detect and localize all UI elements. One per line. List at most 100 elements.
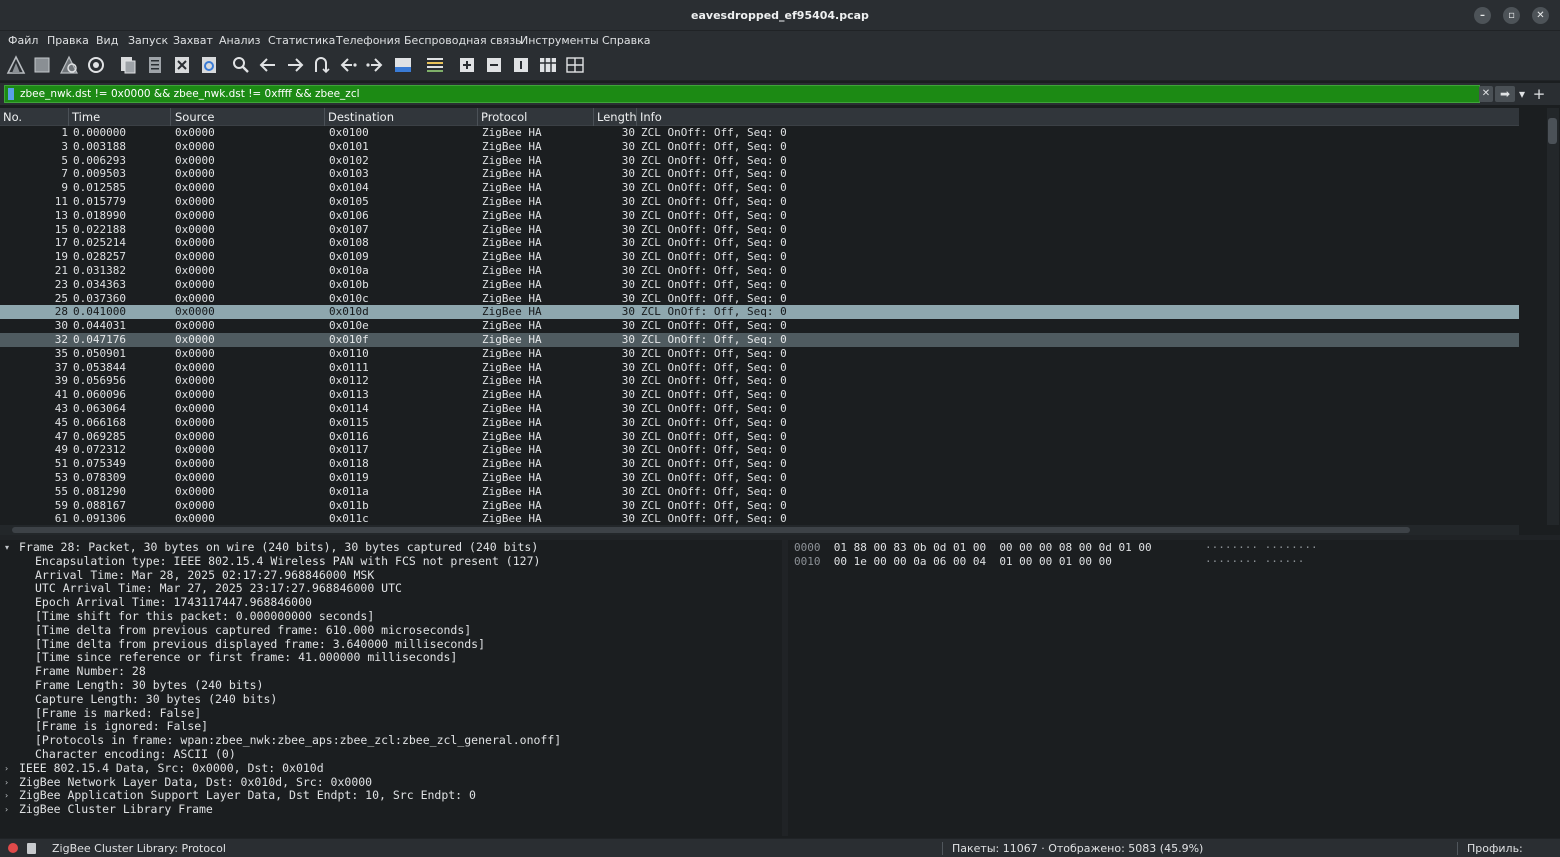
packet-row[interactable]: 1 0.000000 0x0000 0x0100 ZigBee HA 30 ZCL OnOf… — [0, 126, 1519, 140]
packet-row[interactable]: 15 0.022188 0x0000 0x0107 ZigBee HA 30 ZCL OnO… — [0, 223, 1519, 237]
column-header-info[interactable]: Info — [640, 110, 662, 124]
capture-options-icon[interactable] — [85, 54, 107, 76]
column-header-no[interactable]: No. — [3, 110, 22, 124]
status-profile[interactable]: Профиль: Default — [1467, 842, 1560, 857]
collapsed-arrow-icon[interactable]: › — [5, 764, 8, 773]
detail-tree-field[interactable]: Character encoding: ASCII (0) — [35, 747, 236, 762]
packet-row[interactable]: 51 0.075349 0x0000 0x0118 ZigBee HA 30 ZCL OnO… — [0, 457, 1519, 471]
zoom-in-icon[interactable] — [456, 54, 478, 76]
detail-tree-field[interactable]: [Protocols in frame: wpan:zbee_nwk:zbee_… — [35, 733, 561, 748]
packet-row[interactable]: 37 0.053844 0x0000 0x0111 ZigBee HA 30 ZCL OnO… — [0, 361, 1519, 375]
detail-tree-node[interactable]: ZigBee Network Layer Data, Dst: 0x010d, … — [19, 775, 372, 790]
packet-row[interactable]: 43 0.063064 0x0000 0x0114 ZigBee HA 30 ZCL OnO… — [0, 402, 1519, 416]
menu-wireless[interactable]: Беспроводная связь — [404, 34, 522, 47]
column-header-source[interactable]: Source — [175, 110, 215, 124]
filter-bookmark-icon[interactable] — [8, 88, 14, 100]
packet-row[interactable]: 35 0.050901 0x0000 0x0110 ZigBee HA 30 ZCL OnO… — [0, 347, 1519, 361]
column-header-time[interactable]: Time — [72, 110, 100, 124]
packet-row[interactable]: 13 0.018990 0x0000 0x0106 ZigBee HA 30 ZCL OnO… — [0, 209, 1519, 223]
layout-icon[interactable] — [564, 54, 586, 76]
packet-row[interactable]: 25 0.037360 0x0000 0x010c ZigBee HA 30 ZCL OnO… — [0, 292, 1519, 306]
detail-tree-field[interactable]: [Frame is ignored: False] — [35, 720, 208, 734]
packet-row[interactable]: 59 0.088167 0x0000 0x011b ZigBee HA 30 ZCL OnO… — [0, 499, 1519, 513]
collapsed-arrow-icon[interactable]: › — [5, 805, 8, 814]
menu-edit[interactable]: Правка — [47, 34, 89, 47]
packet-row[interactable]: 19 0.028257 0x0000 0x0109 ZigBee HA 30 ZCL OnO… — [0, 250, 1519, 264]
menu-view[interactable]: Вид — [96, 34, 118, 47]
packet-row[interactable]: 53 0.078309 0x0000 0x0119 ZigBee HA 30 ZCL OnO… — [0, 471, 1519, 485]
packet-row[interactable]: 5 0.006293 0x0000 0x0102 ZigBee HA 30 ZCL OnOf… — [0, 154, 1519, 168]
hex-bytes[interactable]: 00 1e 00 00 0a 06 00 04 01 00 00 01 00 0… — [834, 555, 1112, 568]
detail-tree-field[interactable]: [Time since reference or first frame: 41… — [35, 651, 457, 665]
zoom-out-icon[interactable] — [483, 54, 505, 76]
display-filter-text[interactable]: zbee_nwk.dst != 0x0000 && zbee_nwk.dst !… — [20, 88, 360, 100]
packet-list[interactable]: 1 0.000000 0x0000 0x0100 ZigBee HA 30 ZCL OnOf… — [0, 126, 1519, 525]
packet-row[interactable]: 41 0.060096 0x0000 0x0113 ZigBee HA 30 ZCL OnO… — [0, 388, 1519, 402]
detail-tree-field[interactable]: Epoch Arrival Time: 1743117447.968846000 — [35, 595, 312, 610]
collapsed-arrow-icon[interactable]: › — [5, 791, 8, 800]
column-header-protocol[interactable]: Protocol — [481, 110, 527, 124]
detail-tree-node[interactable]: Frame 28: Packet, 30 bytes on wire (240 … — [19, 540, 538, 555]
packet-row[interactable]: 28 0.041000 0x0000 0x010d ZigBee HA 30 ZCL OnO… — [0, 305, 1519, 320]
add-filter-button-icon[interactable]: + — [1532, 86, 1546, 102]
go-forward-icon[interactable] — [284, 54, 306, 76]
packet-row[interactable]: 39 0.056956 0x0000 0x0112 ZigBee HA 30 ZCL OnO… — [0, 374, 1519, 388]
detail-tree-field[interactable]: [Time delta from previous captured frame… — [35, 623, 471, 638]
packet-row[interactable]: 17 0.025214 0x0000 0x0108 ZigBee HA 30 ZCL OnO… — [0, 236, 1519, 250]
column-divider[interactable] — [477, 108, 478, 126]
close-button[interactable]: ✕ — [1532, 7, 1549, 24]
shark-start-icon[interactable] — [5, 54, 27, 76]
column-divider[interactable] — [170, 108, 171, 126]
hex-ascii[interactable]: ········ ······ — [1205, 555, 1304, 569]
hex-dump-line[interactable]: 0000 01 88 00 83 0b 0d 01 00 00 00 00 08… — [794, 541, 1318, 555]
menu-go[interactable]: Запуск — [128, 34, 168, 47]
detail-tree-node[interactable]: ZigBee Application Support Layer Data, D… — [19, 789, 476, 803]
packet-row[interactable]: 3 0.003188 0x0000 0x0101 ZigBee HA 30 ZCL OnOf… — [0, 140, 1519, 154]
packet-row[interactable]: 61 0.091306 0x0000 0x011c ZigBee HA 30 ZCL OnO… — [0, 512, 1519, 525]
detail-tree-field[interactable]: [Time shift for this packet: 0.000000000… — [35, 609, 374, 624]
packet-row[interactable]: 32 0.047176 0x0000 0x010f ZigBee HA 30 ZCL OnO… — [0, 333, 1519, 347]
open-file-icon[interactable] — [117, 54, 139, 76]
resize-columns-icon[interactable] — [537, 54, 559, 76]
packet-row[interactable]: 21 0.031382 0x0000 0x010a ZigBee HA 30 ZCL OnO… — [0, 264, 1519, 278]
menu-tools[interactable]: Инструменты — [520, 34, 599, 47]
go-to-packet-icon[interactable] — [310, 54, 332, 76]
vertical-scrollbar-thumb[interactable] — [1548, 118, 1557, 144]
detail-tree-field[interactable]: UTC Arrival Time: Mar 27, 2025 23:17:27.… — [35, 582, 402, 596]
column-divider[interactable] — [593, 108, 594, 126]
detail-tree-field[interactable]: Frame Length: 30 bytes (240 bits) — [35, 678, 263, 693]
autoscroll-icon[interactable] — [392, 54, 414, 76]
column-divider[interactable] — [636, 108, 637, 126]
last-packet-icon[interactable] — [364, 54, 386, 76]
detail-tree-field[interactable]: [Frame is marked: False] — [35, 706, 201, 721]
collapsed-arrow-icon[interactable]: › — [5, 778, 8, 787]
column-divider[interactable] — [68, 108, 69, 126]
menu-analyze[interactable]: Анализ — [219, 34, 261, 47]
hex-ascii[interactable]: ········ ········ — [1205, 541, 1318, 555]
detail-tree-field[interactable]: Capture Length: 30 bytes (240 bits) — [35, 692, 277, 707]
packet-row[interactable]: 55 0.081290 0x0000 0x011a ZigBee HA 30 ZCL OnO… — [0, 485, 1519, 499]
clear-filter-icon[interactable]: ✕ — [1479, 86, 1493, 102]
horizontal-scrollbar[interactable] — [0, 525, 1519, 535]
menu-telephony[interactable]: Телефония — [336, 34, 400, 47]
find-packet-icon[interactable] — [230, 54, 252, 76]
column-header-length[interactable]: Length — [597, 110, 637, 124]
packet-row[interactable]: 23 0.034363 0x0000 0x010b ZigBee HA 30 ZCL OnO… — [0, 278, 1519, 292]
apply-filter-icon[interactable]: ➡ — [1495, 86, 1515, 102]
detail-tree-field[interactable]: Arrival Time: Mar 28, 2025 02:17:27.9688… — [35, 568, 374, 583]
close-file-icon[interactable] — [171, 54, 193, 76]
first-packet-icon[interactable] — [337, 54, 359, 76]
detail-tree-node[interactable]: IEEE 802.15.4 Data, Src: 0x0000, Dst: 0x… — [19, 761, 324, 776]
detail-tree-field[interactable]: Frame Number: 28 — [35, 664, 146, 679]
packet-row[interactable]: 49 0.072312 0x0000 0x0117 ZigBee HA 30 ZCL OnO… — [0, 443, 1519, 457]
detail-tree-field[interactable]: Encapsulation type: IEEE 802.15.4 Wirele… — [35, 554, 540, 569]
go-back-icon[interactable] — [257, 54, 279, 76]
packet-row[interactable]: 11 0.015779 0x0000 0x0105 ZigBee HA 30 ZCL OnO… — [0, 195, 1519, 209]
restart-capture-icon[interactable] — [58, 54, 80, 76]
minimize-button[interactable]: – — [1474, 7, 1491, 24]
capture-comment-icon[interactable] — [27, 843, 36, 854]
horizontal-scrollbar-thumb[interactable] — [12, 527, 1410, 533]
menu-help[interactable]: Справка — [602, 34, 650, 47]
menu-file[interactable]: Файл — [8, 34, 38, 47]
colorize-icon[interactable] — [424, 54, 446, 76]
